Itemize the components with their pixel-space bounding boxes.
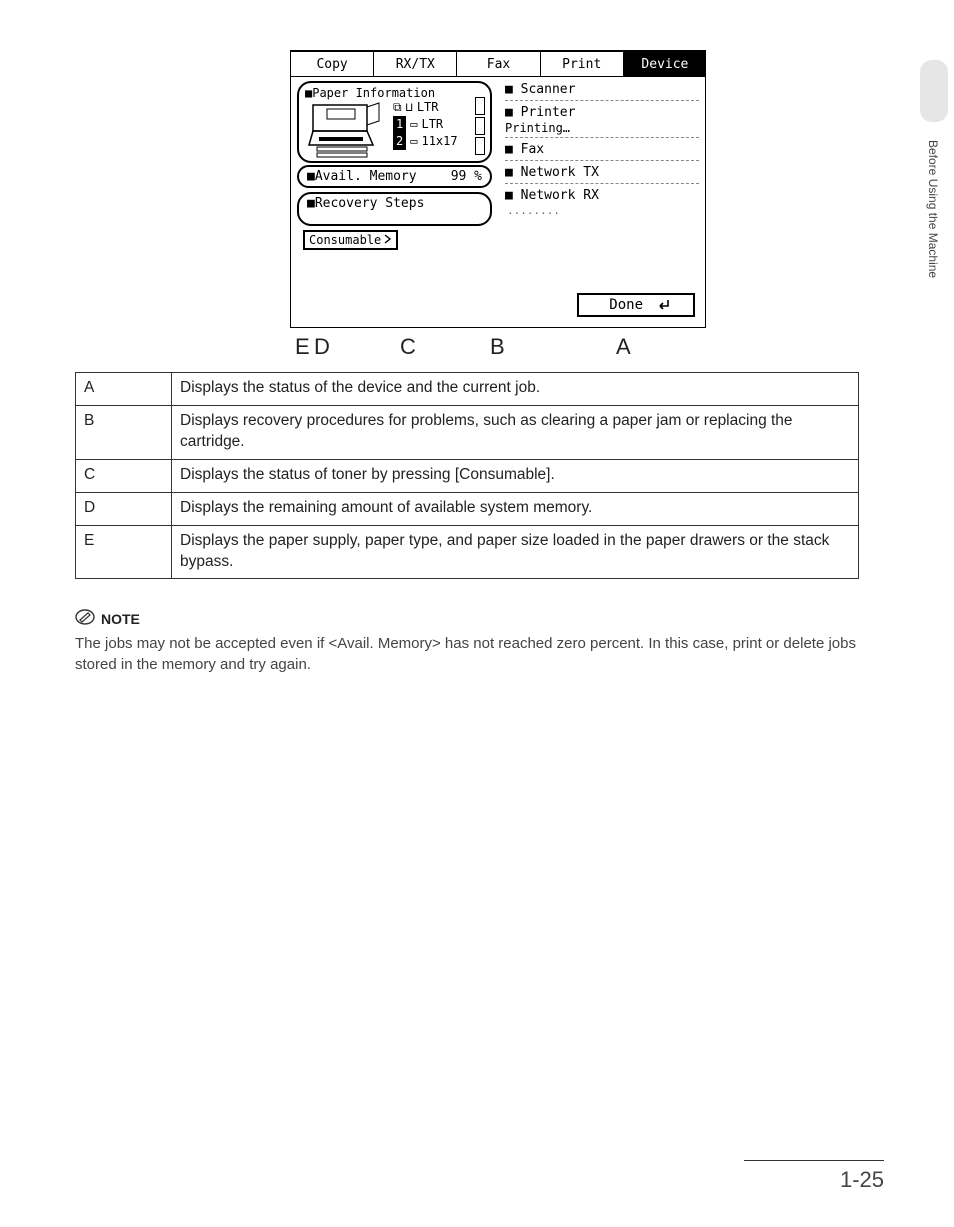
drawer2-size: 11x17 (421, 133, 457, 150)
callout-A: A (616, 334, 632, 360)
paper-level-gauges (475, 97, 485, 155)
table-row: C Displays the status of toner by pressi… (76, 459, 859, 492)
screen-tabs: Copy RX/TX Fax Print Device (291, 51, 705, 77)
consumable-label: Consumable (309, 233, 381, 247)
callout-C: C (400, 334, 417, 360)
paper-source-drawer2: 2 ▭ 11x17 (393, 133, 458, 150)
ref-text: Displays the status of toner by pressing… (172, 459, 859, 492)
status-printer-sub: Printing… (505, 121, 699, 135)
table-row: B Displays recovery procedures for probl… (76, 405, 859, 459)
tab-copy-label: Copy (316, 57, 347, 72)
ref-key: E (76, 525, 172, 579)
page-number: 1-25 (744, 1167, 884, 1193)
status-fax: ■ Fax (505, 141, 699, 158)
status-network-tx: ■ Network TX (505, 164, 699, 181)
callout-labels: E D C B A (290, 328, 706, 364)
done-button[interactable]: Done (577, 293, 695, 317)
status-network-rx: ■ Network RX (505, 187, 699, 204)
tab-fax-label: Fax (487, 57, 510, 72)
ref-text: Displays the paper supply, paper type, a… (172, 525, 859, 579)
gauge-icon (475, 137, 485, 155)
avail-memory-label: ■Avail. Memory (307, 169, 417, 184)
status-more-dots: ........ (505, 204, 699, 217)
paper-source-bypass: ⧉ ⊔ LTR (393, 99, 458, 116)
callout-E: E (295, 334, 311, 360)
device-screen: Copy RX/TX Fax Print Device ■Paper Infor… (290, 50, 706, 328)
tab-print[interactable]: Print (540, 51, 624, 77)
tab-device[interactable]: Device (623, 51, 706, 77)
status-printer: ■ Printer (505, 104, 699, 121)
ref-key: D (76, 492, 172, 525)
callout-D: D (314, 334, 331, 360)
ref-text: Displays recovery procedures for problem… (172, 405, 859, 459)
note-label: NOTE (101, 611, 140, 627)
table-row: D Displays the remaining amount of avail… (76, 492, 859, 525)
done-label: Done (609, 297, 643, 313)
bypass-size: LTR (417, 99, 439, 116)
chevron-right-icon (384, 233, 392, 247)
callout-B: B (490, 334, 506, 360)
ref-text: Displays the remaining amount of availab… (172, 492, 859, 525)
page-footer: 1-25 (744, 1160, 884, 1193)
tab-rxtx-label: RX/TX (396, 57, 435, 72)
drawer1-slot-icon: 1 (393, 116, 406, 133)
paper-source-drawer1: 1 ▭ LTR (393, 116, 458, 133)
callout-reference-table: A Displays the status of the device and … (75, 372, 859, 579)
tab-fax[interactable]: Fax (456, 51, 540, 77)
drawer2-orient-icon: ▭ (410, 133, 417, 150)
avail-memory-value: 99 % (451, 169, 482, 184)
paper-source-list: ⧉ ⊔ LTR 1 ▭ LTR 2 ▭ (393, 99, 458, 150)
note-block: NOTE The jobs may not be accepted even i… (75, 609, 884, 675)
bypass-slot-icon: ⧉ (393, 99, 402, 116)
table-row: A Displays the status of the device and … (76, 373, 859, 406)
tab-copy[interactable]: Copy (291, 51, 374, 77)
drawer1-size: LTR (421, 116, 443, 133)
device-status-list: ■ Scanner ■ Printer Printing… ■ Fax ■ Ne… (499, 77, 705, 287)
bypass-orient-icon: ⊔ (406, 99, 413, 116)
tab-print-label: Print (562, 57, 601, 72)
paper-information-panel: ■Paper Information ⧉ (297, 81, 492, 163)
gauge-icon (475, 117, 485, 135)
ref-key: B (76, 405, 172, 459)
gauge-icon (475, 97, 485, 115)
paper-info-title: ■Paper Information (305, 86, 484, 100)
consumable-button[interactable]: Consumable (303, 230, 398, 250)
note-text: The jobs may not be accepted even if <Av… (75, 634, 885, 675)
pencil-icon (75, 609, 95, 628)
tab-rxtx[interactable]: RX/TX (373, 51, 457, 77)
table-row: E Displays the paper supply, paper type,… (76, 525, 859, 579)
printer-icon (307, 99, 385, 159)
recovery-steps-panel: ■Recovery Steps (297, 192, 492, 226)
tab-device-label: Device (641, 57, 688, 72)
status-scanner: ■ Scanner (505, 81, 699, 98)
ref-key: A (76, 373, 172, 406)
enter-icon (655, 298, 671, 312)
available-memory-panel: ■Avail. Memory 99 % (297, 165, 492, 188)
ref-text: Displays the status of the device and th… (172, 373, 859, 406)
drawer2-slot-icon: 2 (393, 133, 406, 150)
drawer1-orient-icon: ▭ (410, 116, 417, 133)
recovery-steps-label: ■Recovery Steps (307, 196, 424, 211)
ref-key: C (76, 459, 172, 492)
device-screen-figure: Copy RX/TX Fax Print Device ■Paper Infor… (290, 50, 706, 364)
